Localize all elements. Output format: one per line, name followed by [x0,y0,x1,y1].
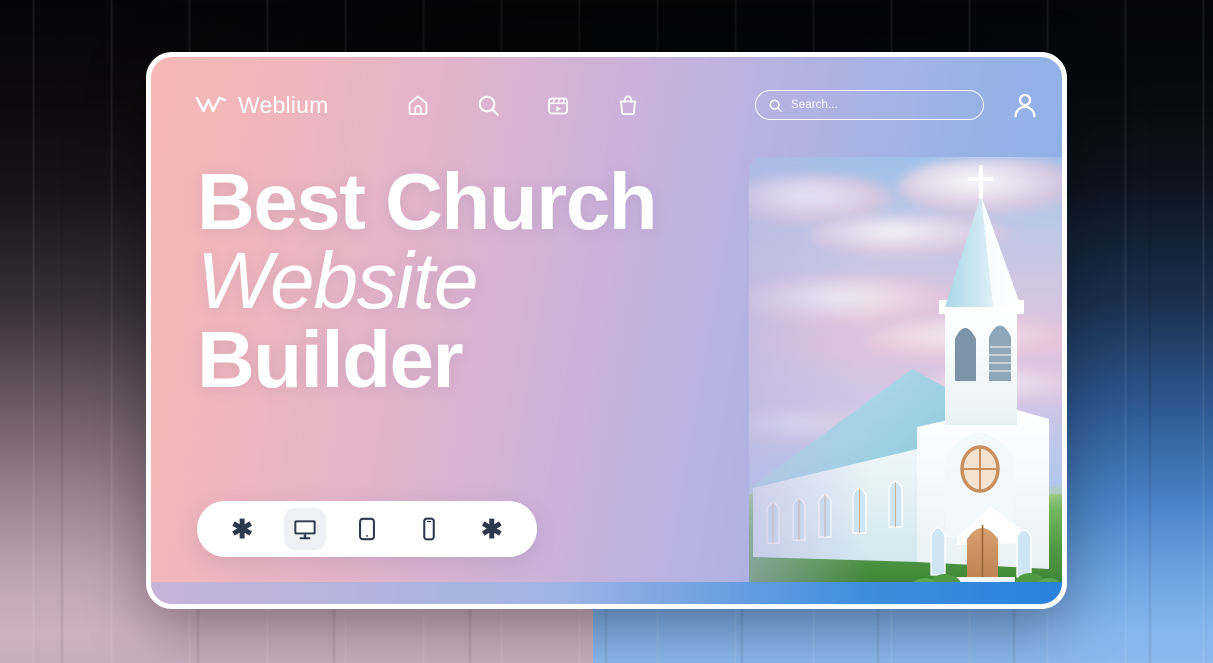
device-preview-toolbar: ✱ ✱ [197,501,537,557]
asterisk-icon: ✱ [480,514,503,544]
tablet-icon [359,517,375,541]
card-bottom-band [151,582,1062,604]
site-navbar: Weblium Search... [151,57,1062,153]
hero-headline-line2: Website [197,236,479,326]
mobile-phone-icon [423,517,436,541]
page-backdrop: Best Church Website Builder Weblium Sear… [0,0,1213,663]
tablet-view-button[interactable] [346,508,388,550]
brand-logo[interactable]: Weblium [195,92,328,119]
home-icon[interactable] [403,90,433,120]
user-avatar-icon[interactable] [1010,90,1040,120]
church-hero-image [749,157,1062,582]
hero-headline-line1: Best Church [197,157,658,246]
hero-headline-line3: Builder [197,315,464,405]
search-input[interactable]: Search... [755,90,984,120]
church-illustration [749,165,1060,582]
search-icon[interactable] [473,90,503,120]
search-icon [769,99,782,112]
weblium-w-logo-icon [195,96,227,113]
desktop-monitor-icon [293,520,316,540]
sparkle-right-button[interactable]: ✱ [471,508,513,550]
navbar-icon-group [403,90,643,120]
sparkle-left-button[interactable]: ✱ [221,508,263,550]
mobile-view-button[interactable] [408,508,450,550]
website-preview-card: Best Church Website Builder Weblium Sear… [146,52,1067,609]
brand-name: Weblium [238,91,329,118]
video-clapperboard-icon[interactable] [543,90,573,120]
search-placeholder: Search... [791,99,838,111]
desktop-view-button[interactable] [283,508,326,550]
shopping-bag-icon[interactable] [613,90,643,120]
asterisk-icon: ✱ [231,514,254,544]
hero-headline: Best Church Website Builder [197,157,658,405]
